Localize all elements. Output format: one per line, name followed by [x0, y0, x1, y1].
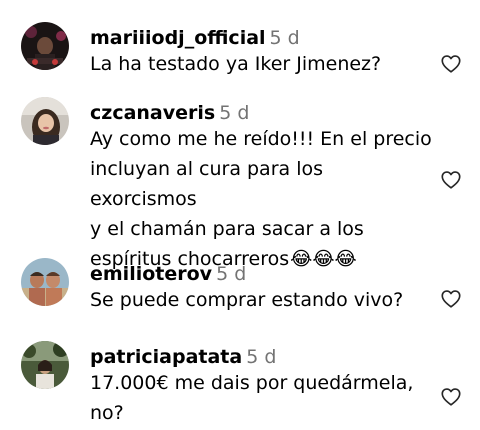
- comment-text: Ay como me he reído!!! En el precio incl…: [90, 128, 432, 270]
- comment-header: mariiiodj_official 5 d: [90, 26, 300, 50]
- heart-outline-icon[interactable]: [440, 169, 462, 191]
- timestamp[interactable]: 5 d: [246, 346, 276, 368]
- avatar[interactable]: [21, 97, 69, 145]
- comment-header: emilioterov 5 d: [90, 262, 246, 286]
- comment-header: patriciapatata 5 d: [90, 345, 276, 369]
- username[interactable]: mariiiodj_official: [90, 27, 266, 49]
- comment-text: La ha testado ya Iker Jimenez?: [90, 53, 382, 75]
- avatar[interactable]: [21, 341, 69, 389]
- username[interactable]: czcanaveris: [90, 102, 215, 124]
- avatar[interactable]: [21, 258, 69, 306]
- avatar[interactable]: [21, 22, 69, 70]
- heart-outline-icon[interactable]: [440, 53, 462, 75]
- comment-text-block: Ay como me he reído!!! En el precio incl…: [90, 124, 435, 274]
- comment-text: Se puede comprar estando vivo?: [90, 289, 404, 311]
- comment-header: czcanaveris 5 d: [90, 101, 249, 125]
- timestamp[interactable]: 5 d: [216, 263, 246, 285]
- username[interactable]: patriciapatata: [90, 346, 242, 368]
- timestamp[interactable]: 5 d: [219, 102, 249, 124]
- heart-outline-icon[interactable]: [440, 288, 462, 310]
- username[interactable]: emilioterov: [90, 263, 212, 285]
- timestamp[interactable]: 5 d: [270, 27, 300, 49]
- laughing-emoji: 😂😂😂: [290, 248, 357, 270]
- heart-outline-icon[interactable]: [440, 386, 462, 408]
- comment-text: 17.000€ me dais por quedármela, no?: [90, 372, 414, 424]
